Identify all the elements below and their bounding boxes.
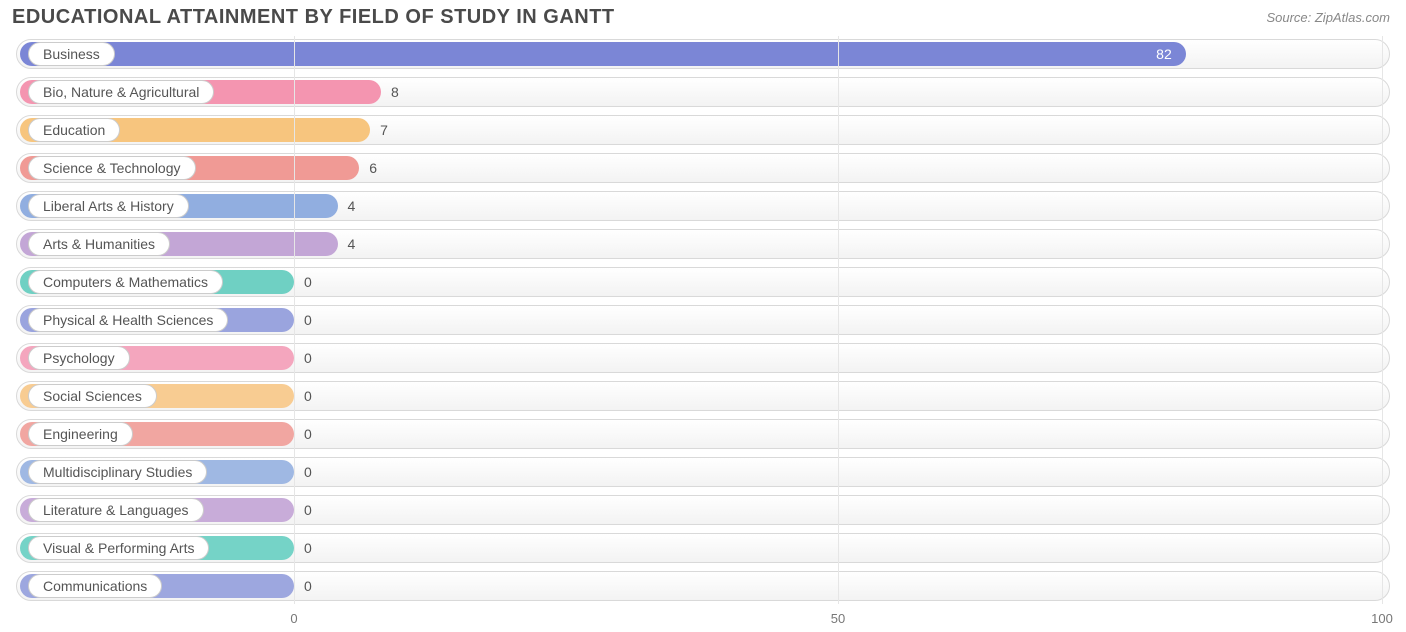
value-label: 4 <box>348 236 356 252</box>
category-pill: Computers & Mathematics <box>28 270 223 294</box>
category-pill: Arts & Humanities <box>28 232 170 256</box>
value-label: 0 <box>304 274 312 290</box>
x-axis: 0 50 100 <box>16 608 1390 626</box>
bar-row: Engineering 0 <box>16 416 1390 452</box>
category-pill: Bio, Nature & Agricultural <box>28 80 214 104</box>
value-label: 0 <box>304 312 312 328</box>
grid-line <box>294 36 295 604</box>
bar-row: Multidisciplinary Studies 0 <box>16 454 1390 490</box>
chart-title: EDUCATIONAL ATTAINMENT BY FIELD OF STUDY… <box>12 6 615 29</box>
value-label: 0 <box>304 350 312 366</box>
category-pill: Psychology <box>28 346 130 370</box>
grid-line <box>838 36 839 604</box>
category-pill: Engineering <box>28 422 133 446</box>
value-label: 0 <box>304 502 312 518</box>
value-label: 0 <box>304 578 312 594</box>
category-pill: Science & Technology <box>28 156 196 180</box>
category-pill: Multidisciplinary Studies <box>28 460 207 484</box>
source-label: Source: ZipAtlas.com <box>1266 10 1390 25</box>
category-pill: Liberal Arts & History <box>28 194 189 218</box>
bar-row: Literature & Languages 0 <box>16 492 1390 528</box>
x-tick: 50 <box>831 611 845 626</box>
category-pill: Communications <box>28 574 162 598</box>
x-tick: 0 <box>290 611 297 626</box>
category-pill: Social Sciences <box>28 384 157 408</box>
bar-row: Computers & Mathematics 0 <box>16 264 1390 300</box>
value-label: 8 <box>391 84 399 100</box>
category-pill: Literature & Languages <box>28 498 204 522</box>
bar-row: Visual & Performing Arts 0 <box>16 530 1390 566</box>
bar-row: Science & Technology 6 <box>16 150 1390 186</box>
value-label: 82 <box>1156 46 1172 62</box>
value-label: 0 <box>304 540 312 556</box>
bar-row: Business 82 <box>16 36 1390 72</box>
value-label: 0 <box>304 388 312 404</box>
bar-row: Liberal Arts & History 4 <box>16 188 1390 224</box>
bar-row: Psychology 0 <box>16 340 1390 376</box>
bar-row: Education 7 <box>16 112 1390 148</box>
bar <box>20 42 1186 66</box>
bar-row: Physical & Health Sciences 0 <box>16 302 1390 338</box>
category-pill: Physical & Health Sciences <box>28 308 228 332</box>
bar-row: Bio, Nature & Agricultural 8 <box>16 74 1390 110</box>
value-label: 0 <box>304 464 312 480</box>
bar-row: Social Sciences 0 <box>16 378 1390 414</box>
plot-area: Business 82 Bio, Nature & Agricultural 8 Edu… <box>16 36 1390 604</box>
bar-row: Arts & Humanities 4 <box>16 226 1390 262</box>
category-pill: Business <box>28 42 115 66</box>
value-label: 7 <box>380 122 388 138</box>
category-pill: Education <box>28 118 120 142</box>
value-label: 0 <box>304 426 312 442</box>
value-label: 6 <box>369 160 377 176</box>
bar-row: Communications 0 <box>16 568 1390 604</box>
value-label: 4 <box>348 198 356 214</box>
category-pill: Visual & Performing Arts <box>28 536 209 560</box>
x-tick: 100 <box>1371 611 1393 626</box>
grid-line <box>1382 36 1383 604</box>
